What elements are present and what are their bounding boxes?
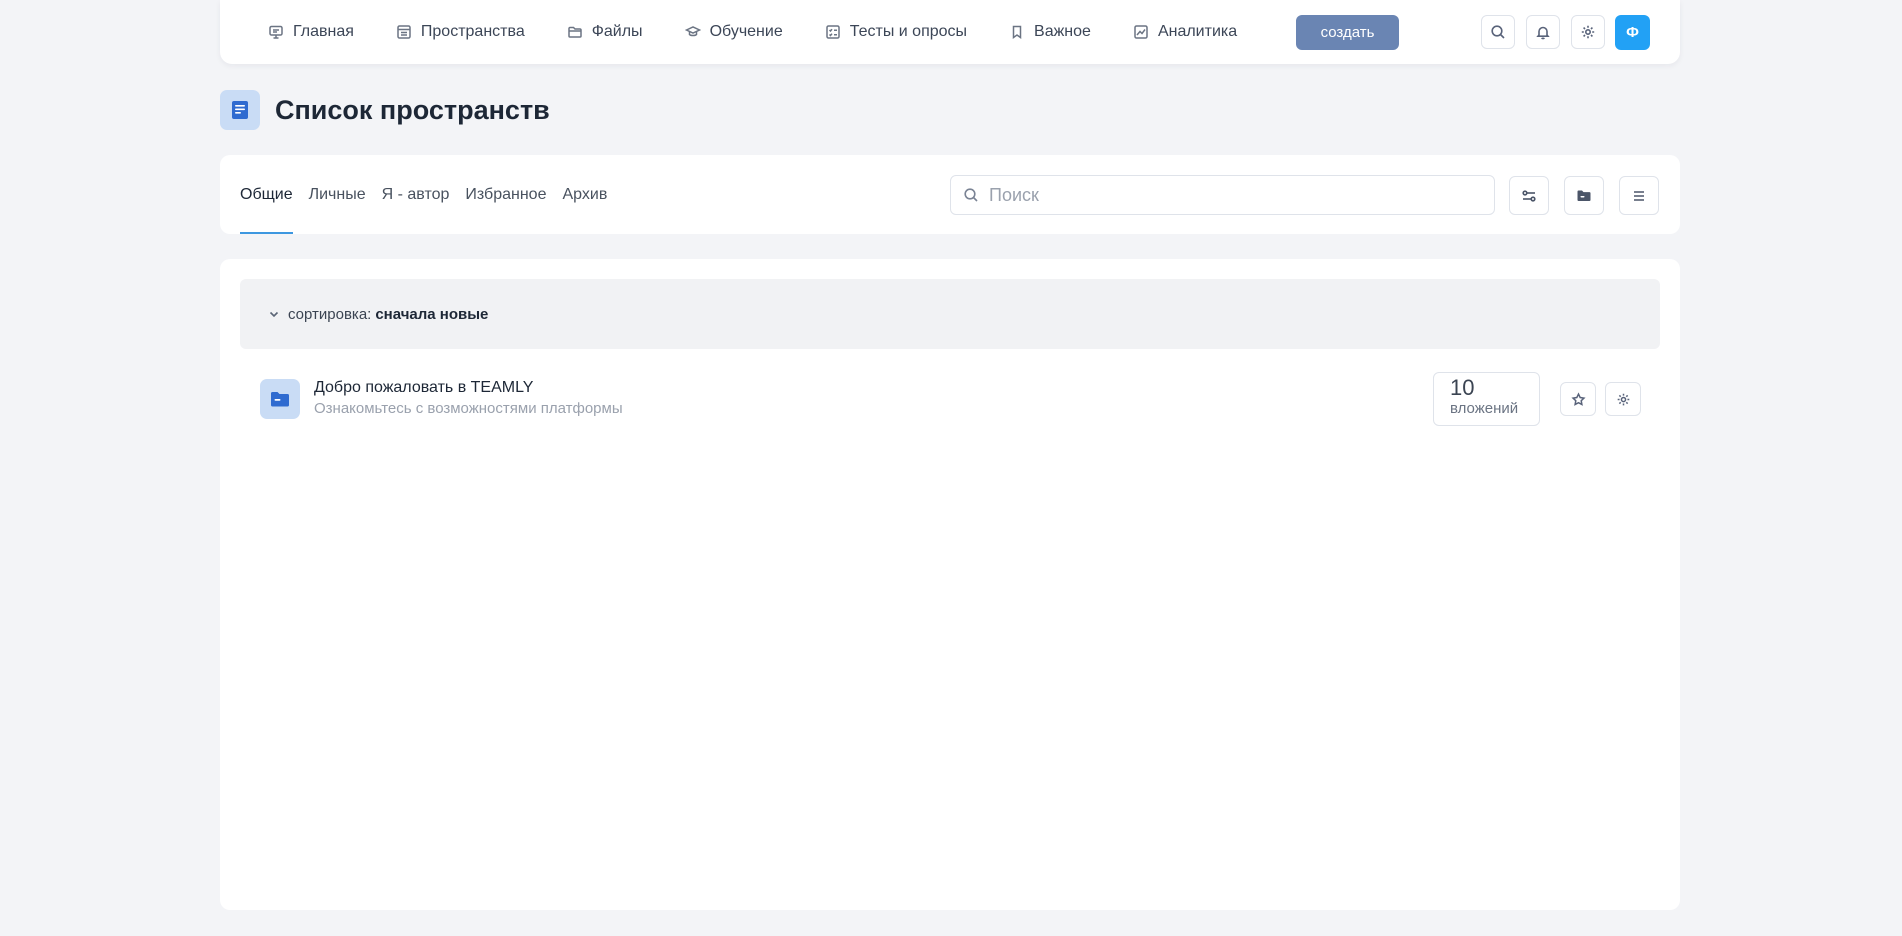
gear-icon: [1617, 393, 1629, 405]
nav-item-label: Аналитика: [1157, 23, 1238, 40]
nav-item-label: Главная: [293, 23, 354, 40]
global-search-button[interactable]: [1481, 15, 1515, 49]
checklist-icon: [825, 25, 840, 39]
tab-favorites[interactable]: Избранное: [465, 155, 546, 234]
tab-personal[interactable]: Личные: [309, 155, 366, 234]
monitor-icon: [269, 25, 283, 39]
nav-item-label: Пространства: [420, 23, 525, 40]
nav-item-analytics[interactable]: Аналитика: [1133, 23, 1237, 41]
tab-author[interactable]: Я - автор: [382, 155, 450, 234]
nav-item-label: Важное: [1034, 23, 1091, 40]
page-icon: [220, 90, 260, 130]
attachments-count-value: 10: [1450, 375, 1475, 400]
chart-icon: [1134, 25, 1148, 39]
attachments-count: 10 вложений: [1433, 372, 1540, 426]
space-settings-button[interactable]: [1605, 382, 1641, 416]
menu-lines-icon: [1634, 190, 1644, 201]
nav-item-label: Тесты и опросы: [849, 23, 968, 40]
tab-archive[interactable]: Архив: [562, 155, 607, 234]
tab-general[interactable]: Общие: [240, 155, 293, 234]
nav-item-important[interactable]: Важное: [1009, 23, 1091, 41]
sort-value: сначала новые: [375, 305, 489, 323]
spaces-icon: [397, 25, 411, 39]
nav-item-tests[interactable]: Тесты и опросы: [825, 23, 967, 41]
space-tabs: Общие Личные Я - автор Избранное Архив: [240, 155, 623, 234]
filter-sliders-icon: [1522, 189, 1536, 202]
create-button[interactable]: создать: [1296, 15, 1399, 50]
folder-icon: [1577, 190, 1591, 201]
main-nav: Главная Пространства Файлы Обучение Тест…: [268, 0, 1279, 64]
sort-toggle[interactable]: сортировка: сначала новые: [240, 279, 1660, 349]
search-input[interactable]: [989, 184, 1469, 206]
settings-button[interactable]: [1571, 15, 1605, 49]
folder-icon: [271, 392, 289, 407]
search-box: [950, 175, 1495, 215]
page-header: Список пространств: [220, 90, 550, 130]
nav-item-label: Обучение: [709, 23, 783, 40]
folder-icon: [567, 26, 582, 38]
nav-item-label: Файлы: [591, 23, 643, 40]
list-item[interactable]: Добро пожаловать в TEAMLY Ознакомьтесь с…: [260, 369, 1660, 426]
spaces-list-panel: сортировка: сначала новые Добро пожалова…: [220, 259, 1680, 910]
top-navbar: Главная Пространства Файлы Обучение Тест…: [220, 0, 1680, 64]
chevron-down-icon: [269, 311, 279, 318]
space-title[interactable]: Добро пожаловать в TEAMLY: [314, 379, 533, 397]
list-view-button[interactable]: [1619, 176, 1659, 215]
notifications-button[interactable]: [1526, 15, 1560, 49]
nav-item-home[interactable]: Главная: [268, 23, 354, 41]
document-list-icon: [232, 101, 248, 119]
filter-button[interactable]: [1509, 176, 1549, 215]
attachments-count-label: вложений: [1450, 400, 1519, 417]
graduation-cap-icon: [684, 26, 701, 37]
page-title: Список пространств: [275, 94, 550, 125]
nav-item-files[interactable]: Файлы: [567, 23, 643, 41]
nav-item-learning[interactable]: Обучение: [684, 23, 783, 41]
folder-view-button[interactable]: [1564, 176, 1604, 215]
avatar[interactable]: Ф: [1615, 15, 1650, 50]
search-icon: [964, 188, 978, 202]
space-description: Ознакомьтесь с возможностями платформы: [314, 400, 623, 417]
tabs-panel: Общие Личные Я - автор Избранное Архив: [220, 155, 1680, 234]
nav-item-spaces[interactable]: Пространства: [396, 23, 525, 41]
bell-icon: [1536, 26, 1550, 40]
star-icon: [1570, 391, 1586, 406]
favorite-button[interactable]: [1560, 382, 1596, 416]
sort-label: сортировка:: [288, 305, 372, 323]
space-icon: [260, 379, 300, 419]
search-icon: [1491, 25, 1505, 39]
gear-icon: [1581, 25, 1595, 39]
bookmark-icon: [1012, 25, 1022, 39]
